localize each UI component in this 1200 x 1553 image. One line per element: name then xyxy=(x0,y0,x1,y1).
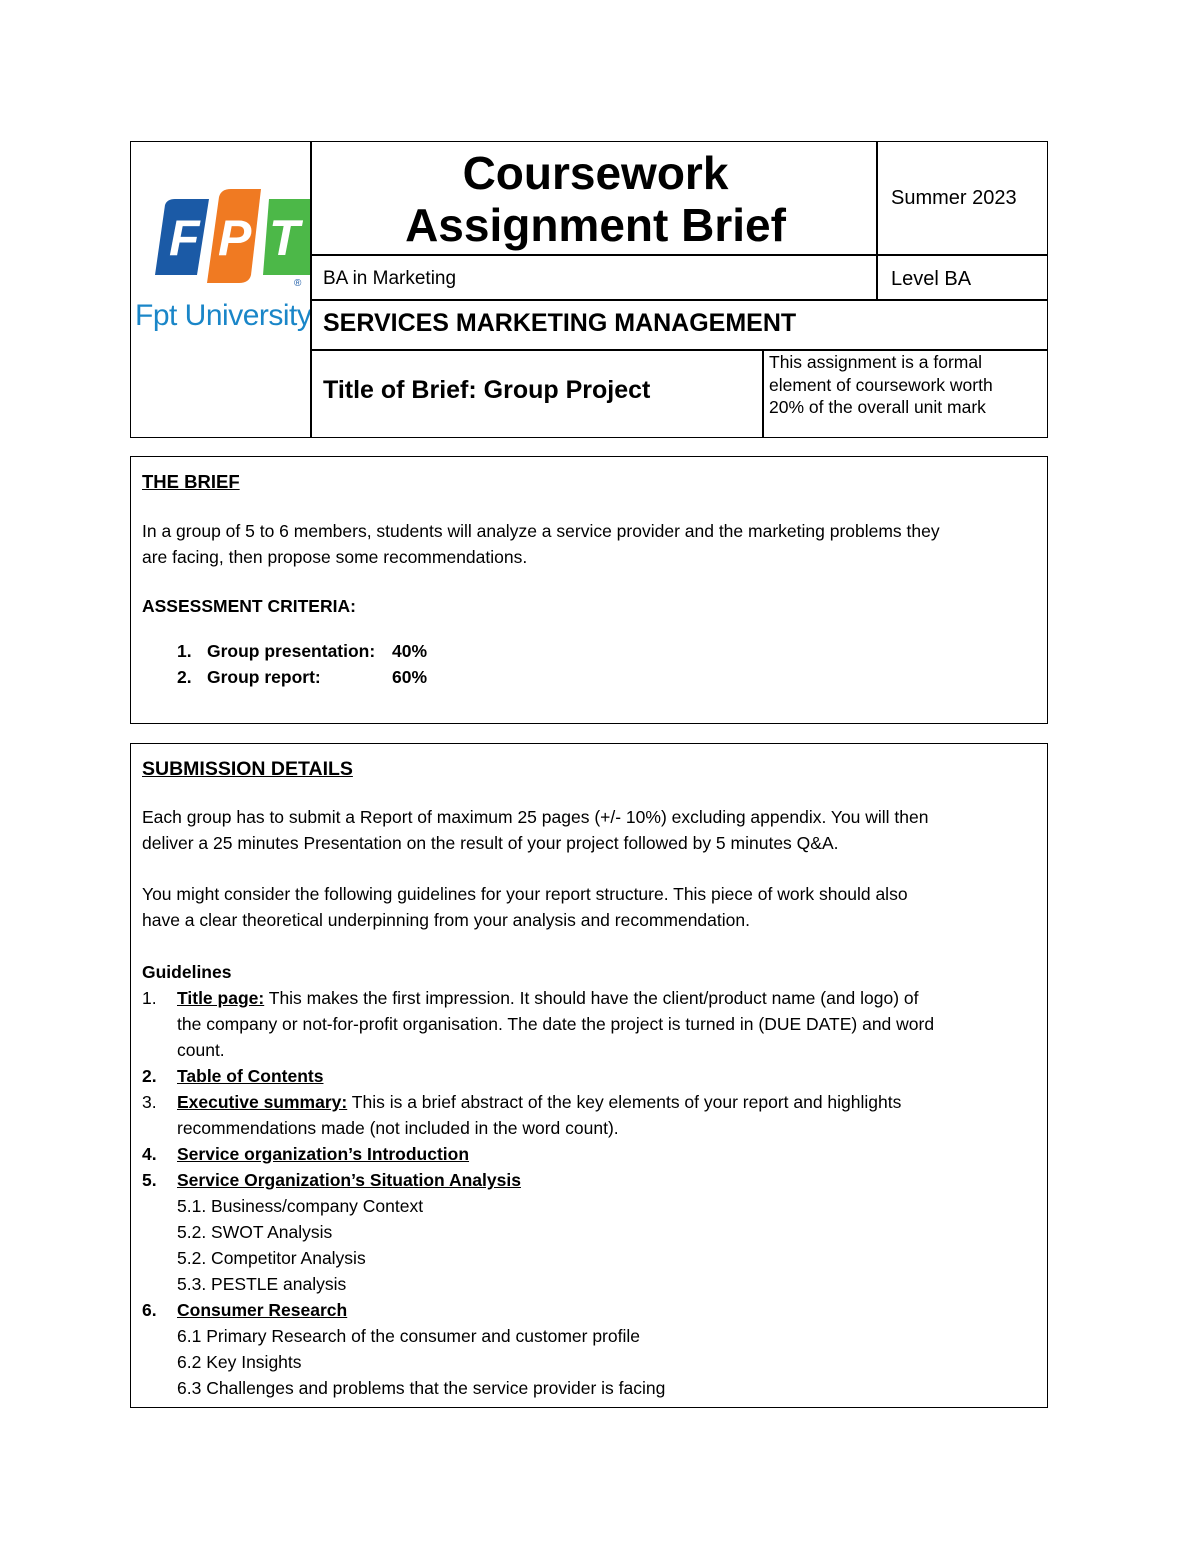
brief-text-line: In a group of 5 to 6 members, students w… xyxy=(142,521,940,541)
brief-heading: THE BRIEF xyxy=(142,471,240,492)
guideline-subitem: 5.1. Business/company Context xyxy=(177,1196,424,1216)
guideline-subitem: 5.2. SWOT Analysis xyxy=(177,1222,333,1242)
guidelines-heading: Guidelines xyxy=(142,962,232,982)
guideline-subitem: 5.3. PESTLE analysis xyxy=(177,1274,347,1294)
criteria-value: 40% xyxy=(392,641,428,661)
guideline-item: 2. Table of Contents xyxy=(142,1063,1042,1089)
fpt-university-logo: F P T ® Fpt University xyxy=(131,142,311,437)
submission-text-line: You might consider the following guideli… xyxy=(142,884,908,904)
submission-text-line: have a clear theoretical underpinning fr… xyxy=(142,910,750,930)
guideline-text: recommendations made (not included in th… xyxy=(177,1118,619,1138)
title-line-1: Coursework xyxy=(462,147,729,199)
logo-letter-f: F xyxy=(169,210,201,266)
guideline-item: 4. Service organization’s Introduction xyxy=(142,1141,1042,1167)
submission-heading: SUBMISSION DETAILS xyxy=(142,758,353,780)
submission-text-line: deliver a 25 minutes Presentation on the… xyxy=(142,833,839,853)
guideline-text: This makes the first impression. It shou… xyxy=(268,988,919,1008)
guideline-text: the company or not-for-profit organisati… xyxy=(177,1014,935,1034)
guideline-title: Service organization’s Introduction xyxy=(177,1144,470,1164)
weight-note: This assignment is a formal element of c… xyxy=(769,351,1039,419)
guideline-title: Table of Contents xyxy=(177,1066,324,1086)
title-line-2: Assignment Brief xyxy=(405,199,786,251)
unit-name: SERVICES MARKETING MANAGEMENT xyxy=(323,309,797,337)
level: Level BA xyxy=(891,268,972,290)
criteria-item: 1. Group presentation: 40% xyxy=(177,638,427,664)
criteria-number: 2. xyxy=(177,667,192,687)
program: BA in Marketing xyxy=(323,268,457,289)
guideline-subitem: 6.3 Challenges and problems that the ser… xyxy=(177,1378,666,1398)
weight-note-line: 20% of the overall unit mark xyxy=(769,397,986,417)
guideline-number: 4. xyxy=(142,1144,157,1164)
guideline-number: 3. xyxy=(142,1092,157,1112)
guideline-subitem: 6.2 Key Insights xyxy=(177,1352,302,1372)
divider xyxy=(310,142,312,437)
guideline-item: 6. Consumer Research xyxy=(142,1297,1042,1323)
brief-title: Title of Brief: Group Project xyxy=(323,376,651,404)
guideline-title: Title page: xyxy=(177,988,265,1008)
weight-note-line: element of coursework worth xyxy=(769,374,993,395)
guideline-number: 6. xyxy=(142,1300,157,1320)
brief-text-line: are facing, then propose some recommenda… xyxy=(142,547,528,567)
document-title: Coursework Assignment Brief xyxy=(313,142,878,255)
submission-section: SUBMISSION DETAILS Each group has to sub… xyxy=(130,743,1048,1408)
university-name: Fpt University xyxy=(135,299,311,332)
criteria-value: 60% xyxy=(392,667,428,687)
registered-mark: ® xyxy=(294,278,302,289)
guideline-item: 1. Title page: This makes the first impr… xyxy=(142,985,1042,1063)
criteria-label: Group report: xyxy=(207,667,321,687)
guideline-title: Consumer Research xyxy=(177,1300,348,1320)
weight-note-line: This assignment is a formal xyxy=(769,352,982,372)
submission-text-line: Each group has to submit a Report of max… xyxy=(142,807,929,827)
guideline-title: Service Organization’s Situation Analysi… xyxy=(177,1170,521,1190)
guideline-title: Executive summary: xyxy=(177,1092,348,1112)
criteria-number: 1. xyxy=(177,641,192,661)
guideline-text: count. xyxy=(177,1040,225,1060)
header-table: F P T ® Fpt University Coursework Assign… xyxy=(130,141,1048,438)
guideline-text: This is a brief abstract of the key elem… xyxy=(351,1092,902,1112)
divider xyxy=(762,349,764,437)
fpt-logo-icon: F P T xyxy=(155,189,311,283)
guideline-number: 5. xyxy=(142,1170,157,1190)
season: Summer 2023 xyxy=(891,187,1017,209)
guideline-item: 3. Executive summary: This is a brief ab… xyxy=(142,1089,1042,1141)
logo-letter-p: P xyxy=(218,210,252,266)
guideline-number: 1. xyxy=(142,988,157,1008)
guideline-item: 5. Service Organization’s Situation Anal… xyxy=(142,1167,1042,1193)
divider xyxy=(310,299,1047,301)
brief-section: THE BRIEF In a group of 5 to 6 members, … xyxy=(130,456,1048,724)
criteria-label: Group presentation: xyxy=(207,641,376,661)
criteria-item: 2. Group report: 60% xyxy=(177,664,427,690)
criteria-heading: ASSESSMENT CRITERIA: xyxy=(142,596,356,616)
guideline-subitem: 5.2. Competitor Analysis xyxy=(177,1248,366,1268)
guideline-subitem: 6.1 Primary Research of the consumer and… xyxy=(177,1326,640,1346)
logo-letter-t: T xyxy=(269,210,304,266)
guideline-number: 2. xyxy=(142,1066,157,1086)
